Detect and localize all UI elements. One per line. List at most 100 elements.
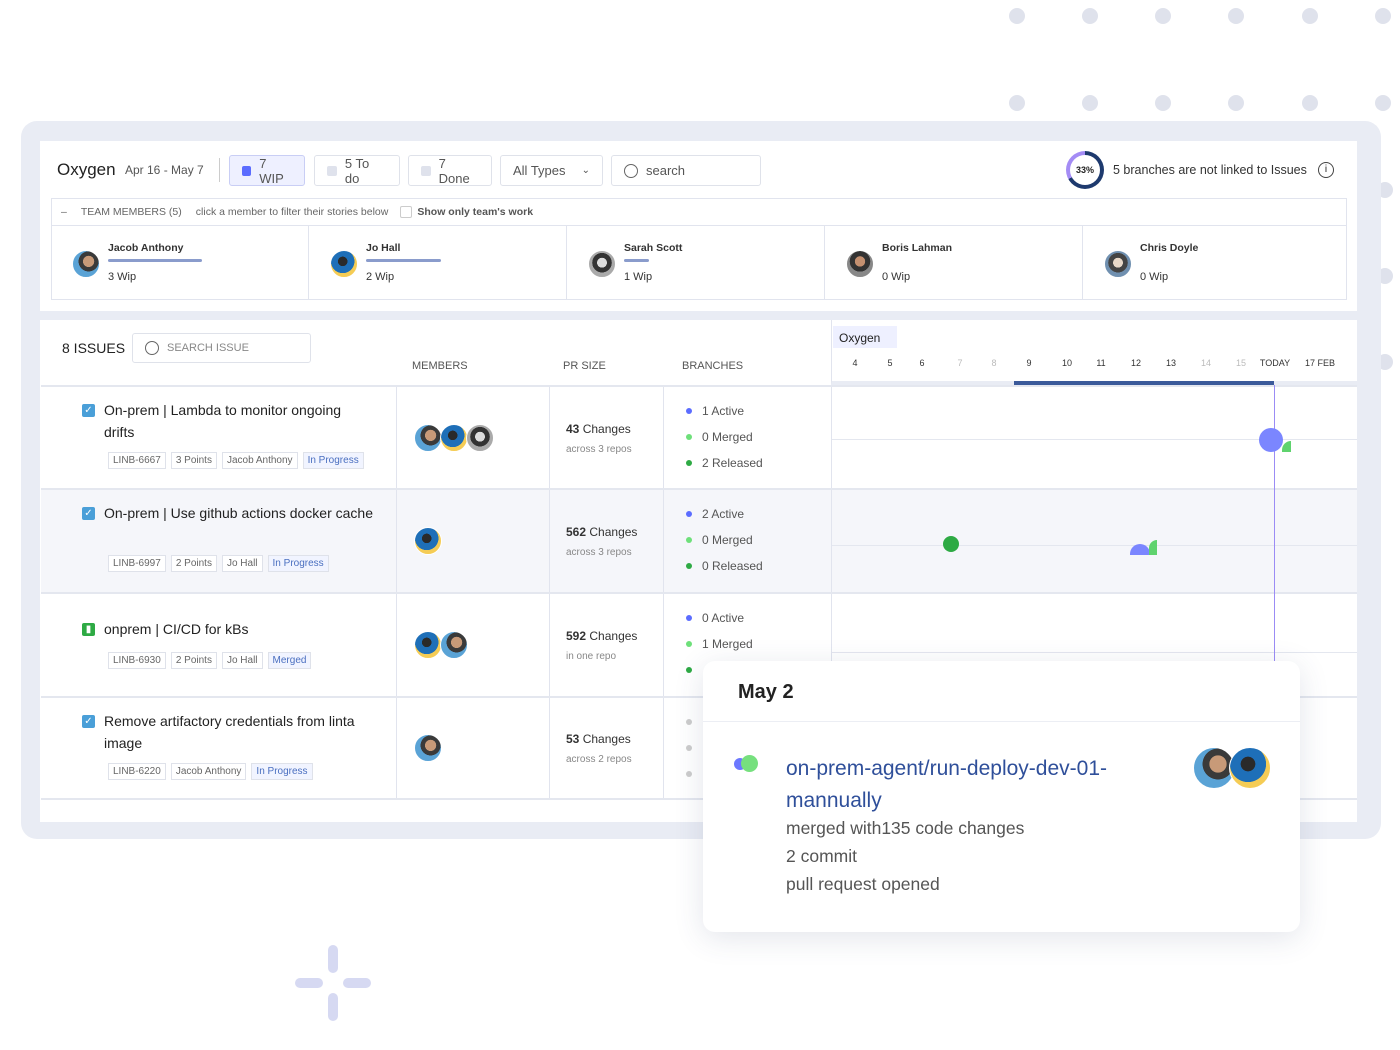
issue-title[interactable]: On-prem | Lambda to monitor ongoing drif…	[104, 399, 374, 443]
avatar	[414, 734, 442, 762]
team-member-card[interactable]: Chris Doyle 0 Wip	[1083, 226, 1347, 299]
avatar	[846, 250, 874, 278]
issue-tag: LINB-6930	[108, 652, 166, 669]
member-wip: 1 Wip	[624, 271, 653, 283]
issue-row[interactable]: ✓ On-prem | Use github actions docker cac…	[41, 490, 1357, 594]
divider	[663, 490, 664, 592]
branch-stat	[686, 709, 702, 735]
branches-summary	[686, 709, 702, 787]
wip-load-bar	[366, 259, 441, 262]
show-only-checkbox[interactable]: Show only team's work	[400, 206, 533, 218]
branch-stat: 0 Active	[686, 605, 753, 631]
info-icon[interactable]: i	[1318, 162, 1334, 178]
issue-title[interactable]: Remove artifactory credentials from lint…	[104, 710, 374, 754]
timeline-track	[832, 545, 1357, 546]
col-pr-size: PR SIZE	[563, 360, 606, 372]
avatar	[414, 527, 442, 555]
issue-search-placeholder: SEARCH ISSUE	[167, 342, 249, 354]
popup-line: merged with135 code changes	[786, 818, 1025, 838]
dot	[1302, 8, 1318, 24]
timeline-tick: 17 FEB	[1304, 358, 1336, 368]
divider	[663, 594, 664, 696]
timeline-header	[831, 320, 1357, 385]
branch-stat-label: 1 Active	[702, 404, 745, 418]
team-member-card[interactable]: Jo Hall 2 Wip	[309, 226, 567, 299]
pr-size: 592 Changes in one repo	[566, 629, 637, 662]
issue-search-input[interactable]: SEARCH ISSUE	[132, 333, 311, 363]
timeline-tick: 6	[919, 358, 925, 368]
type-select[interactable]: All Types ⌄	[500, 155, 603, 186]
timeline-tick: 10	[1061, 358, 1073, 368]
status-dot	[686, 537, 692, 543]
issue-title[interactable]: onprem | CI/CD for kBs	[104, 618, 374, 640]
show-only-label: Show only team's work	[417, 206, 534, 218]
filter-wip[interactable]: 7 WIP	[229, 155, 305, 186]
issue-title[interactable]: On-prem | Use github actions docker cach…	[104, 502, 374, 524]
status-dot	[686, 745, 692, 751]
status-dot	[686, 563, 692, 569]
issue-tag: LINB-6667	[108, 452, 166, 469]
team-member-card[interactable]: Sarah Scott 1 Wip	[567, 226, 825, 299]
team-member-card[interactable]: Boris Lahman 0 Wip	[825, 226, 1083, 299]
timeline-event-merged[interactable]	[1149, 540, 1157, 555]
progress-percent: 33%	[1070, 155, 1100, 185]
filter-label: 7 Done	[438, 155, 470, 186]
dot	[1302, 95, 1318, 111]
done-swatch	[421, 165, 431, 176]
member-name: Boris Lahman	[882, 242, 953, 254]
timeline-event-released[interactable]	[943, 536, 959, 552]
popup-date: May 2	[738, 681, 794, 703]
issue-row[interactable]: ✓ On-prem | Lambda to monitor ongoing dri…	[41, 387, 1357, 490]
divider	[396, 490, 397, 592]
changes-label: Changes	[589, 525, 638, 539]
task-checkbox-icon: ✓	[82, 507, 95, 520]
avatar	[414, 631, 442, 659]
collapse-icon[interactable]: –	[61, 206, 67, 218]
dot	[1155, 95, 1171, 111]
timeline-tick: 9	[1026, 358, 1032, 368]
branches-summary: 1 Active 0 Merged 2 Released	[686, 398, 763, 476]
dot	[1228, 8, 1244, 24]
col-members: MEMBERS	[412, 360, 468, 372]
branch-stat-label: 0 Merged	[702, 430, 753, 444]
member-name: Chris Doyle	[1140, 242, 1199, 254]
unlinked-note: 5 branches are not linked to Issues	[1113, 163, 1307, 177]
popup-status-icon	[734, 755, 758, 773]
divider	[831, 387, 832, 488]
avatar	[1104, 250, 1132, 278]
divider	[396, 698, 397, 798]
filter-done[interactable]: 7 Done	[408, 155, 492, 186]
dot	[1375, 95, 1391, 111]
issues-count: 8 ISSUES	[62, 340, 126, 356]
popup-branch-link[interactable]: on-prem-agent/run-deploy-dev-01-mannuall…	[786, 753, 1146, 817]
status-badge: Merged	[267, 652, 312, 669]
timeline-label: Oxygen	[833, 326, 897, 348]
search-icon	[145, 341, 159, 355]
todo-swatch	[327, 165, 337, 176]
filter-todo[interactable]: 5 To do	[314, 155, 400, 186]
issue-tag: Jacob Anthony	[221, 452, 298, 469]
popup-line: 2 commit	[786, 846, 857, 866]
member-wip: 0 Wip	[1140, 271, 1169, 283]
dot	[1009, 8, 1025, 24]
search-input[interactable]: search	[611, 155, 761, 186]
today-line	[1274, 385, 1275, 665]
type-select-value: All Types	[513, 163, 566, 178]
timeline-event-active[interactable]	[1259, 428, 1283, 452]
avatar	[588, 250, 616, 278]
avatar	[330, 250, 358, 278]
divider	[396, 594, 397, 696]
team-member-card[interactable]: Jacob Anthony 3 Wip	[51, 226, 309, 299]
issue-tags: LINB-6997 2 Points Jo Hall In Progress	[108, 555, 329, 572]
status-dot	[686, 460, 692, 466]
member-wip: 2 Wip	[366, 271, 395, 283]
changes-label: Changes	[582, 421, 631, 436]
divider	[663, 387, 664, 488]
branch-stat: 1 Merged	[686, 631, 753, 657]
changes-count: 53	[566, 732, 580, 746]
branch-stat: 2 Released	[686, 450, 763, 476]
repos-count: across 3 repos	[566, 547, 632, 558]
issue-tag: 2 Points	[170, 555, 217, 572]
branch-stat: 0 Released	[686, 553, 763, 579]
branch-stat: 2 Active	[686, 501, 763, 527]
